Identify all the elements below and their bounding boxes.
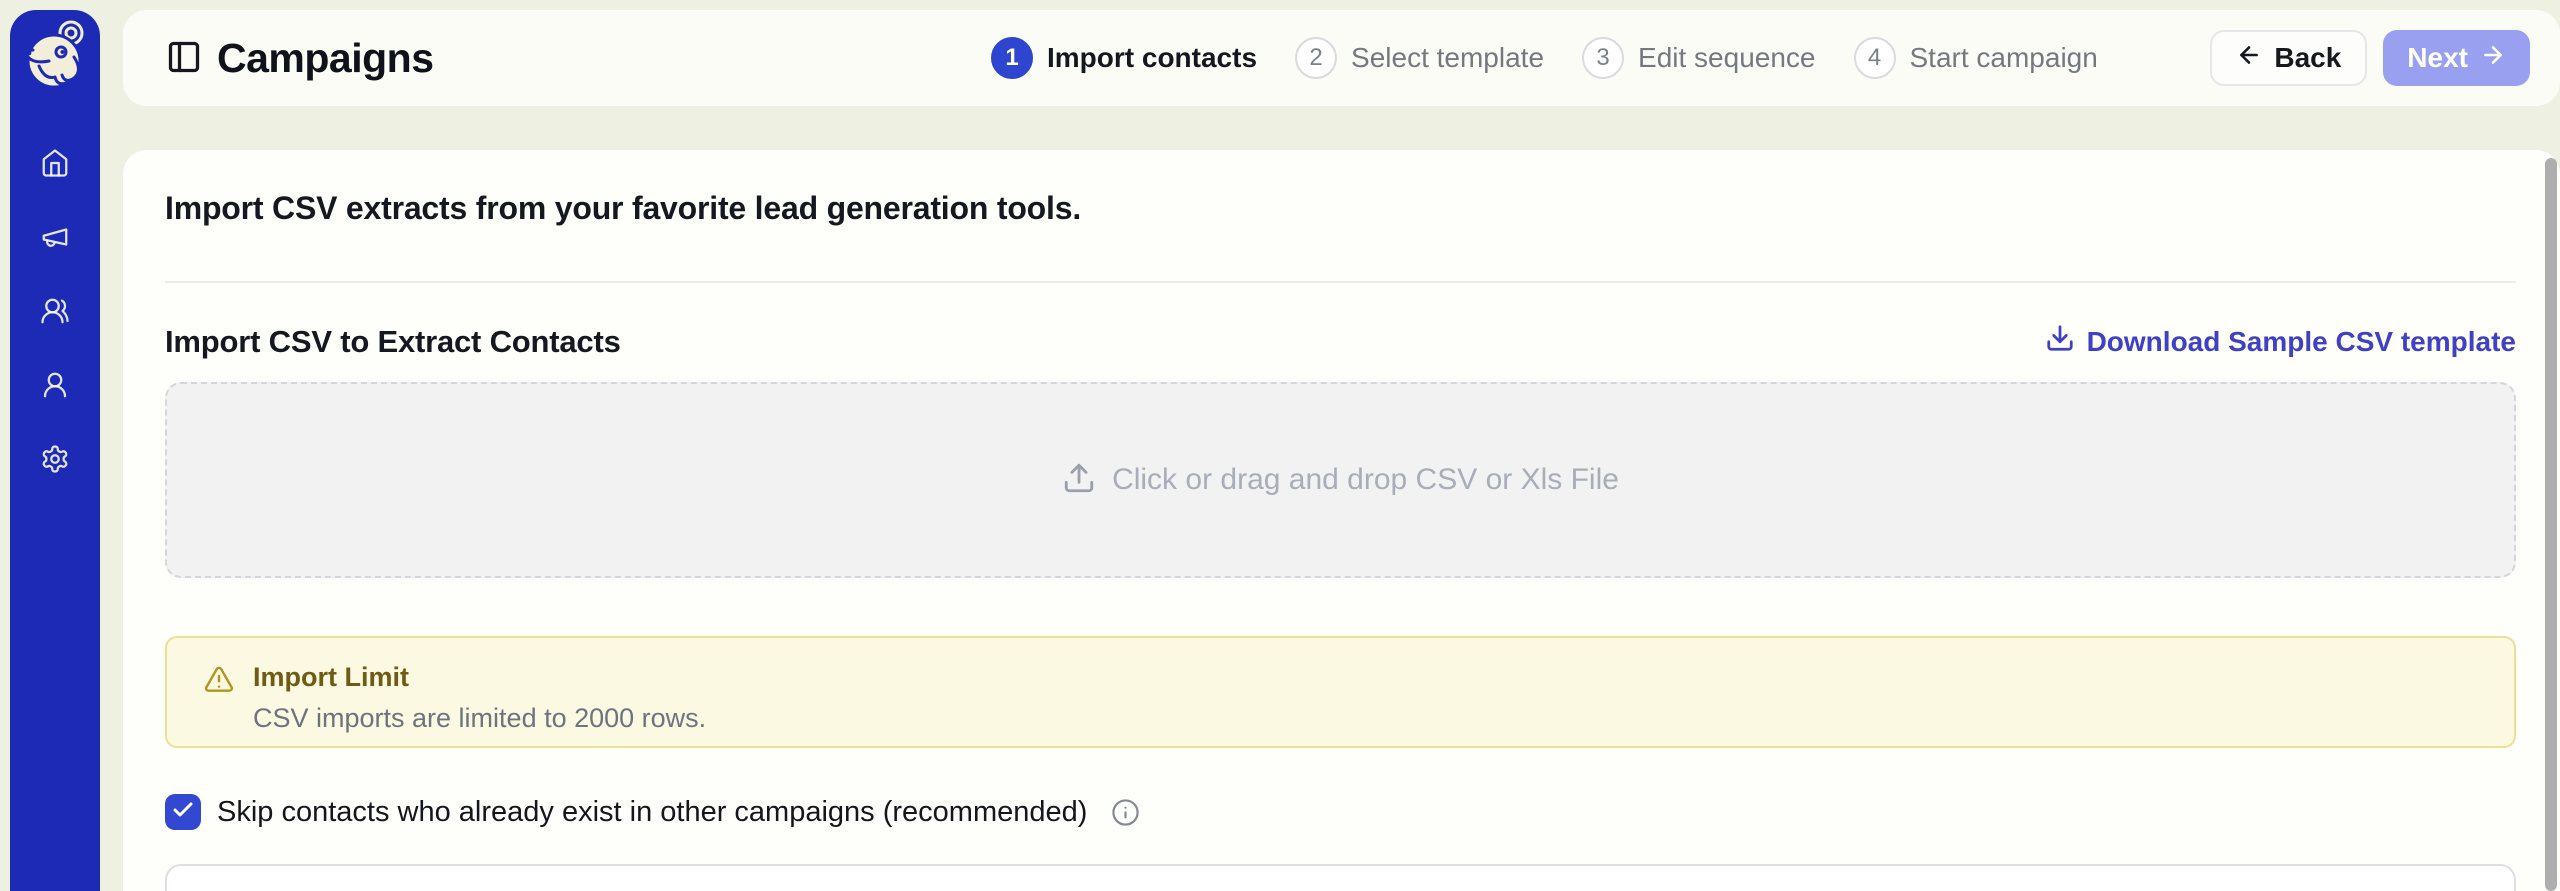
- app-root: Campaigns 1 Import contacts 2 Select tem…: [0, 0, 2560, 891]
- mascot-dog-logo-icon: [17, 16, 93, 101]
- info-icon[interactable]: [1111, 798, 1140, 827]
- check-icon: [171, 798, 195, 827]
- step-4-label: Start campaign: [1909, 42, 2098, 73]
- step-select-template[interactable]: 2 Select template: [1295, 37, 1544, 79]
- arrow-right-icon: [2480, 42, 2506, 75]
- skip-contacts-checkbox[interactable]: [165, 794, 201, 830]
- upload-icon: [1062, 461, 1096, 500]
- home-icon: [40, 148, 70, 183]
- step-import-contacts[interactable]: 1 Import contacts: [991, 37, 1257, 79]
- import-contacts-panel: Import CSV extracts from your favorite l…: [123, 150, 2560, 891]
- next-button[interactable]: Next: [2383, 30, 2530, 86]
- megaphone-icon: [40, 222, 70, 257]
- sidebar-item-contacts[interactable]: [33, 298, 77, 328]
- sidebar-toggle-button[interactable]: [165, 39, 203, 77]
- download-icon: [2045, 323, 2075, 360]
- dropzone-label: Click or drag and drop CSV or Xls File: [1112, 463, 1619, 496]
- arrow-left-icon: [2236, 42, 2262, 75]
- sidebar-nav: [33, 148, 77, 479]
- back-button[interactable]: Back: [2210, 30, 2368, 86]
- warning-title: Import Limit: [253, 662, 409, 692]
- intro-heading: Import CSV extracts from your favorite l…: [165, 190, 1082, 226]
- step-edit-sequence[interactable]: 3 Edit sequence: [1582, 37, 1816, 79]
- warning-triangle-icon: [203, 662, 235, 746]
- back-button-label: Back: [2274, 42, 2342, 73]
- step-3-badge: 3: [1582, 37, 1625, 79]
- user-icon: [40, 370, 70, 405]
- download-sample-csv-link[interactable]: Download Sample CSV template: [2045, 323, 2516, 360]
- skip-contacts-label: Skip contacts who already exist in other…: [217, 795, 1088, 828]
- panel-left-icon: [166, 39, 202, 78]
- step-2-label: Select template: [1351, 42, 1545, 73]
- page-title: Campaigns: [217, 34, 434, 81]
- download-link-label: Download Sample CSV template: [2086, 325, 2516, 357]
- step-1-label: Import contacts: [1047, 42, 1258, 73]
- next-button-label: Next: [2407, 42, 2468, 73]
- app-logo[interactable]: [17, 18, 93, 98]
- step-1-badge: 1: [991, 37, 1033, 79]
- import-limit-warning: Import Limit CSV imports are limited to …: [165, 636, 2516, 748]
- users-icon: [40, 296, 70, 331]
- vertical-scrollbar[interactable]: [2545, 158, 2557, 891]
- step-4-badge: 4: [1853, 37, 1896, 79]
- step-start-campaign[interactable]: 4 Start campaign: [1853, 37, 2098, 79]
- step-3-label: Edit sequence: [1638, 42, 1816, 73]
- warning-text-block: Import Limit CSV imports are limited to …: [253, 662, 706, 746]
- campaign-stepper: 1 Import contacts 2 Select template 3 Ed…: [991, 10, 2098, 106]
- skip-contacts-row: Skip contacts who already exist in other…: [165, 794, 2516, 830]
- sidebar-item-home[interactable]: [33, 148, 77, 183]
- warning-message: CSV imports are limited to 2000 rows.: [253, 703, 707, 733]
- wizard-actions: Back Next: [2210, 10, 2530, 106]
- top-header: Campaigns 1 Import contacts 2 Select tem…: [123, 10, 2560, 106]
- sidebar-item-profile[interactable]: [33, 372, 77, 402]
- section-divider: [165, 281, 2516, 283]
- csv-dropzone[interactable]: Click or drag and drop CSV or Xls File: [165, 382, 2516, 578]
- step-2-badge: 2: [1295, 37, 1338, 79]
- sidebar-item-settings[interactable]: [33, 444, 77, 479]
- import-section-title: Import CSV to Extract Contacts: [165, 323, 621, 359]
- settings-gear-icon: [40, 444, 70, 479]
- next-section-container: [165, 864, 2516, 891]
- sidebar-item-campaigns[interactable]: [33, 224, 77, 254]
- import-section-header: Import CSV to Extract Contacts Download …: [165, 323, 2516, 360]
- sidebar: [10, 10, 100, 891]
